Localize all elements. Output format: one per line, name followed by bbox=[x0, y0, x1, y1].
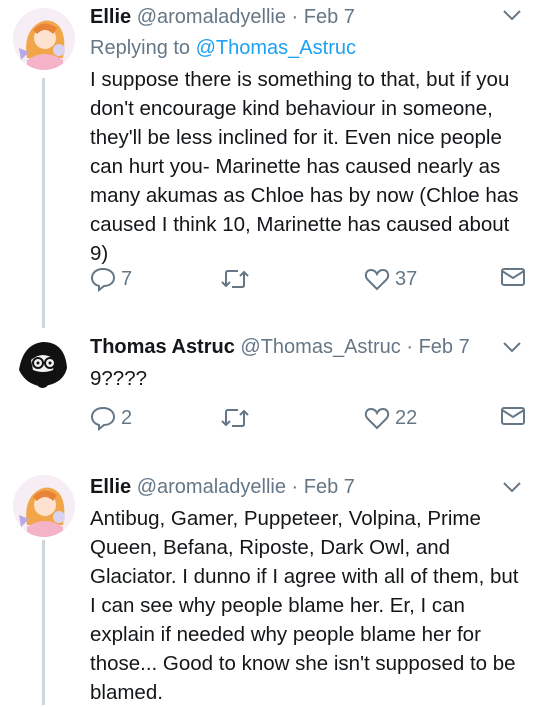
reply-icon bbox=[90, 267, 116, 292]
tweet-actions: 7 37 bbox=[90, 266, 528, 294]
tweet-header: Ellie @aromaladyellie · Feb 7 bbox=[90, 4, 526, 30]
separator-dot: · bbox=[291, 476, 299, 498]
tweet-text: 9???? bbox=[90, 367, 148, 390]
retweet-button[interactable] bbox=[220, 405, 250, 431]
chevron-down-icon[interactable] bbox=[502, 340, 522, 354]
user-handle[interactable]: @aromaladyellie bbox=[137, 6, 286, 28]
display-name[interactable]: Thomas Astruc bbox=[90, 336, 235, 358]
tweet-header: Ellie @aromaladyellie · Feb 7 bbox=[90, 474, 526, 500]
heart-icon bbox=[364, 268, 390, 291]
reply-count: 2 bbox=[121, 406, 133, 429]
direct-message-button[interactable] bbox=[500, 405, 526, 427]
reply-button[interactable]: 7 bbox=[90, 266, 132, 292]
user-handle[interactable]: @Thomas_Astruc bbox=[240, 336, 400, 358]
chevron-down-icon[interactable] bbox=[502, 480, 522, 494]
direct-message-button[interactable] bbox=[500, 266, 526, 288]
replying-to-handle-link[interactable]: @Thomas_Astruc bbox=[196, 37, 356, 59]
tweet-date[interactable]: Feb 7 bbox=[419, 336, 470, 358]
tweet-date[interactable]: Feb 7 bbox=[304, 6, 355, 28]
display-name[interactable]: Ellie bbox=[90, 6, 131, 28]
tweet-ellie-1[interactable]: Ellie @aromaladyellie · Feb 7 Replying t… bbox=[0, 0, 540, 310]
user-handle[interactable]: @aromaladyellie bbox=[137, 476, 286, 498]
reply-icon bbox=[90, 406, 116, 431]
tweet-text: Antibug, Gamer, Puppeteer, Volpina, Prim… bbox=[90, 507, 519, 704]
separator-dot: · bbox=[291, 6, 299, 28]
avatar-ellie[interactable] bbox=[13, 8, 75, 70]
like-count: 37 bbox=[395, 267, 418, 290]
display-name[interactable]: Ellie bbox=[90, 476, 131, 498]
like-count: 22 bbox=[395, 406, 418, 429]
replying-to: Replying to @Thomas_Astruc bbox=[90, 35, 526, 61]
reply-button[interactable]: 2 bbox=[90, 405, 132, 431]
envelope-icon bbox=[501, 268, 525, 286]
retweet-icon bbox=[221, 409, 249, 427]
envelope-icon bbox=[501, 407, 525, 425]
tweet-thomas-astruc[interactable]: Thomas Astruc @Thomas_Astruc · Feb 7 9??… bbox=[0, 330, 540, 460]
tweet-header: Thomas Astruc @Thomas_Astruc · Feb 7 bbox=[90, 334, 526, 360]
avatar-thomas-astruc[interactable] bbox=[13, 330, 75, 392]
retweet-button[interactable] bbox=[220, 266, 250, 292]
tweet-text: I suppose there is something to that, bu… bbox=[90, 68, 519, 265]
avatar-ellie[interactable] bbox=[13, 475, 75, 537]
replying-to-label: Replying to bbox=[90, 37, 191, 59]
separator-dot: · bbox=[406, 336, 413, 358]
like-button[interactable]: 37 bbox=[364, 266, 417, 292]
tweet-ellie-2[interactable]: Ellie @aromaladyellie · Feb 7 Antibug, G… bbox=[0, 470, 540, 705]
tweet-date[interactable]: Feb 7 bbox=[304, 476, 355, 498]
tweet-actions: 2 22 bbox=[90, 405, 528, 433]
reply-count: 7 bbox=[121, 267, 133, 290]
heart-icon bbox=[364, 407, 390, 430]
retweet-icon bbox=[221, 270, 249, 288]
chevron-down-icon[interactable] bbox=[502, 8, 522, 22]
like-button[interactable]: 22 bbox=[364, 405, 417, 431]
